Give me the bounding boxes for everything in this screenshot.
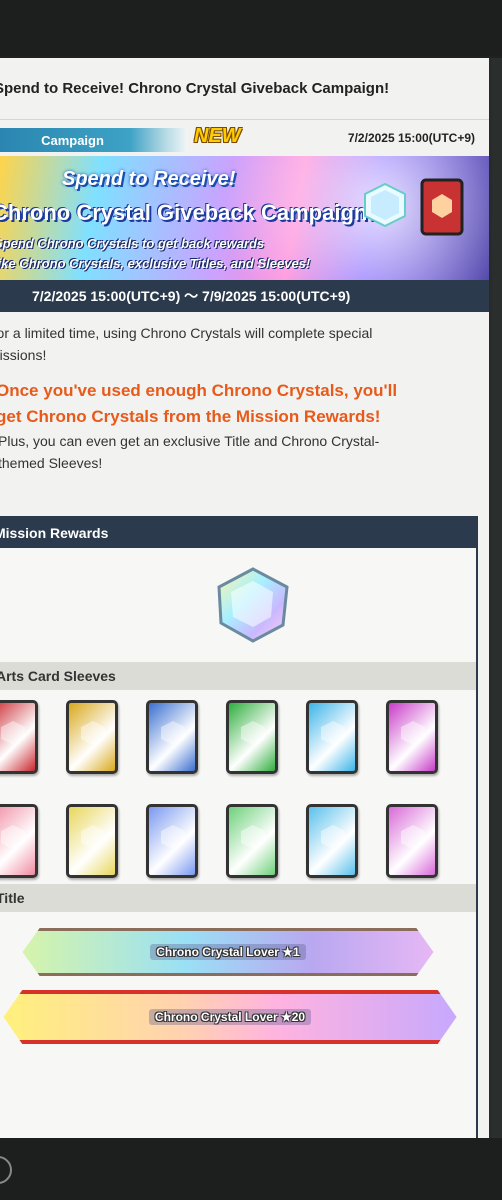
sleeve-card-icon — [226, 804, 278, 878]
highlight-line-1: Once you've used enough Chrono Crystals,… — [0, 381, 398, 400]
new-badge: NEW — [194, 125, 241, 147]
description-line-2: missions! — [0, 347, 47, 363]
sleeve-card-icon — [146, 804, 198, 878]
top-bar — [0, 0, 502, 56]
sleeves-header-label: Arts Card Sleeves — [0, 668, 116, 684]
notice-title: Spend to Receive! Chrono Crystal Givebac… — [0, 80, 390, 97]
description-line-1: For a limited time, using Chrono Crystal… — [0, 325, 373, 341]
banner-line-2: Chrono Crystal Giveback Campaign! — [0, 200, 375, 225]
sleeve-card-icon — [0, 700, 38, 774]
crystal-reward — [0, 548, 476, 662]
sleeves-grid — [0, 690, 476, 884]
title-plate-20-label: Chrono Crystal Lover ★20 — [148, 1009, 312, 1025]
banner-line-4: like Chrono Crystals, exclusive Titles, … — [0, 256, 311, 271]
rewards-header: Mission Rewards — [0, 518, 476, 548]
sleeves-header: Arts Card Sleeves — [0, 662, 476, 690]
notice-panel: Spend to Receive! Chrono Crystal Givebac… — [0, 58, 492, 1138]
home-button[interactable] — [0, 1156, 12, 1184]
notice-meta: Campaign NEW 7/2/2025 15:00(UTC+9) — [0, 120, 489, 156]
sleeve-card-icon — [306, 804, 358, 878]
rewards-header-label: Mission Rewards — [0, 525, 109, 541]
bottom-bar — [0, 1138, 502, 1200]
description-line-3: Plus, you can even get an exclusive Titl… — [0, 433, 380, 449]
campaign-tag: Campaign — [0, 128, 185, 152]
title-rewards: Chrono Crystal Lover ★1 Chrono Crystal L… — [0, 912, 476, 1064]
description-extra: Plus, you can even get an exclusive Titl… — [0, 430, 489, 474]
description: For a limited time, using Chrono Crystal… — [0, 312, 489, 366]
chrono-crystal-icon — [217, 567, 289, 643]
sleeve-card-icon — [420, 178, 464, 236]
title-plate-1: Chrono Crystal Lover ★1 — [22, 928, 434, 976]
banner-line-1: Spend to Receive! — [62, 168, 236, 190]
description-line-4: themed Sleeves! — [0, 455, 103, 471]
highlight-line-2: get Chrono Crystals from the Mission Rew… — [0, 407, 381, 426]
highlight-text: Once you've used enough Chrono Crystals,… — [0, 366, 489, 430]
title-header-label: Title — [0, 890, 25, 906]
title-plate-1-label: Chrono Crystal Lover ★1 — [150, 944, 306, 960]
sleeve-card-icon — [0, 804, 38, 878]
campaign-banner: Spend to Receive! Chrono Crystal Givebac… — [0, 156, 489, 280]
sleeve-card-icon — [66, 700, 118, 774]
posted-date: 7/2/2025 15:00(UTC+9) — [347, 131, 475, 145]
crystal-icon — [364, 182, 406, 228]
sleeve-card-icon — [146, 700, 198, 774]
banner-line-3: Spend Chrono Crystals to get back reward… — [0, 236, 265, 251]
mission-rewards: Mission Rewards Arts Card Sleeves itle C… — [0, 516, 478, 1138]
sleeve-card-icon — [66, 804, 118, 878]
title-header: Title — [0, 884, 476, 912]
sleeve-card-icon — [306, 700, 358, 774]
campaign-period: 7/2/2025 15:00(UTC+9) ～ 7/9/2025 15:00(U… — [0, 280, 489, 312]
notice-title-bar: Spend to Receive! Chrono Crystal Givebac… — [0, 58, 489, 120]
scroll-edge — [492, 58, 502, 1138]
title-plate-20: Chrono Crystal Lover ★20 — [3, 990, 457, 1044]
sleeve-card-icon — [226, 700, 278, 774]
sleeve-card-icon — [386, 804, 438, 878]
sleeve-card-icon — [386, 700, 438, 774]
